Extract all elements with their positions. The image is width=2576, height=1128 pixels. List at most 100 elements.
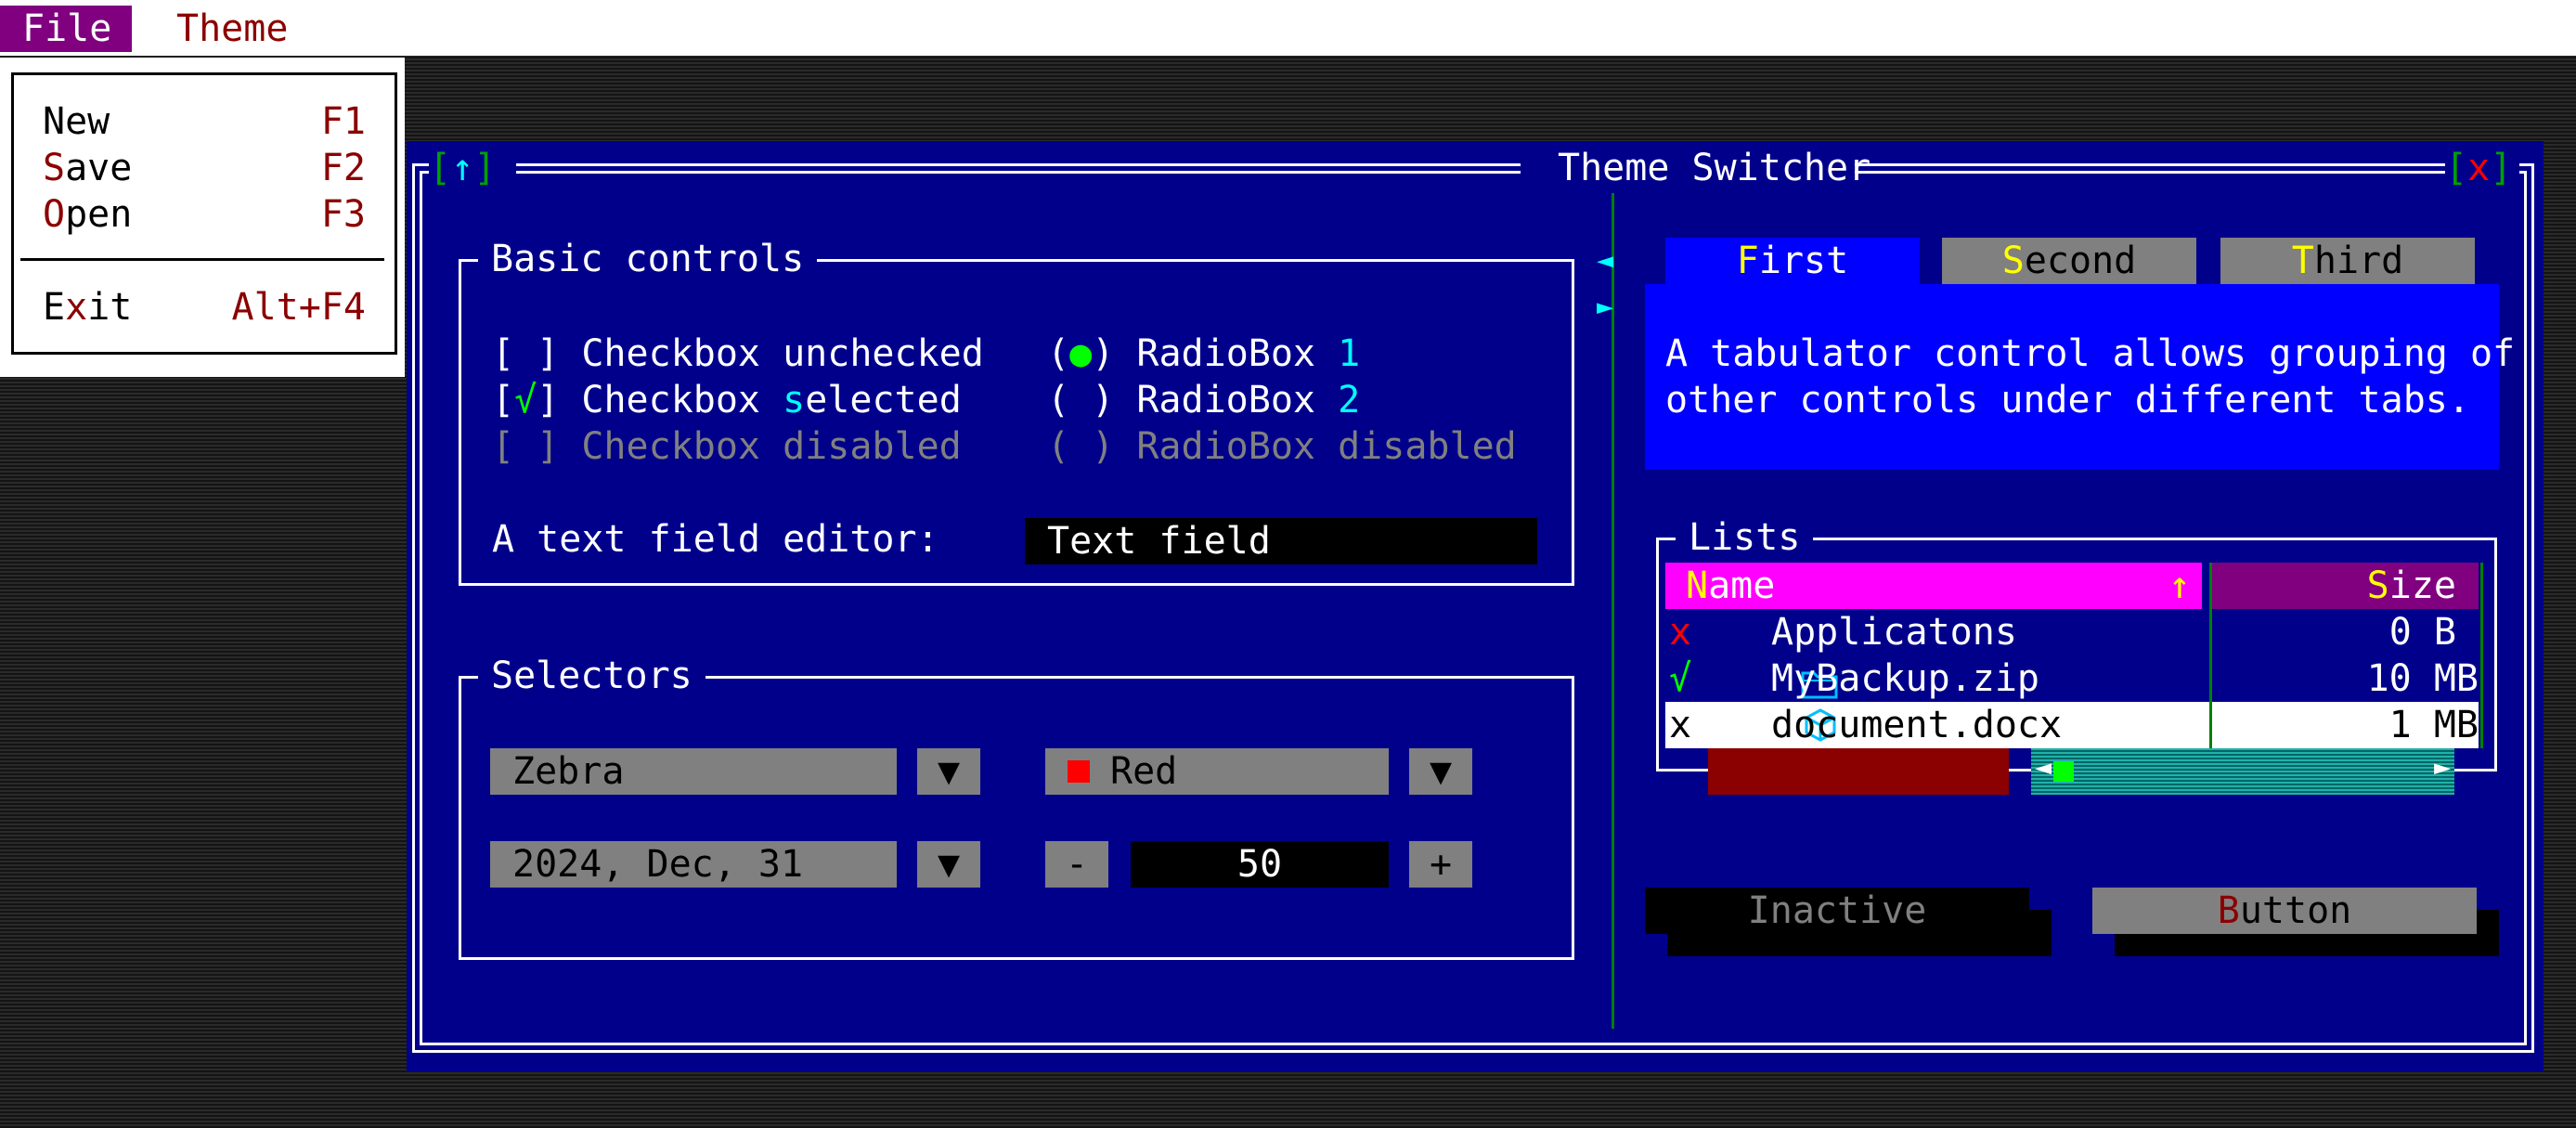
- horizontal-scrollbar[interactable]: ◄ ►: [2031, 748, 2454, 795]
- list-row-status: x: [1669, 704, 1692, 746]
- minus-icon: -: [1065, 843, 1089, 886]
- left-arrow-icon[interactable]: ◄: [1597, 238, 1613, 284]
- checkbox-unchecked-mark: [ ]: [492, 332, 560, 375]
- list-right-border: [2480, 563, 2483, 748]
- radiobox-2[interactable]: ( ) RadioBox 2: [1047, 377, 1360, 423]
- close-icon: x: [2467, 147, 2491, 189]
- radiobox-1-num: 1: [1338, 332, 1361, 375]
- check-icon: √: [514, 379, 537, 421]
- radiobox-2-label: RadioBox: [1136, 379, 1339, 421]
- window-up-button[interactable]: [↑]: [429, 145, 516, 191]
- tab-third-rest: hird: [2313, 240, 2404, 282]
- tab-content-panel: A tabulator control allows grouping of o…: [1645, 284, 2515, 470]
- menu-item-exit-label: Exit: [43, 284, 132, 331]
- scroll-thumb[interactable]: [2053, 761, 2074, 782]
- list-header-name-hot: N: [1686, 564, 1709, 607]
- checkbox-disabled-mark: [ ]: [492, 425, 560, 468]
- text-field-label: A text field editor:: [492, 518, 939, 561]
- date-combobox[interactable]: 2024, Dec, 31: [490, 841, 897, 888]
- list-row[interactable]: x Applicatons 0 B: [1665, 609, 2479, 699]
- list-row-name: document.docx: [1771, 704, 2063, 746]
- date-dropdown-button[interactable]: ▼: [917, 841, 980, 888]
- menu-file[interactable]: File: [0, 6, 132, 52]
- checkbox-unchecked-label: Checkbox unchecked: [581, 332, 984, 375]
- list-row-name: Applicatons: [1771, 611, 2017, 654]
- menu-item-open[interactable]: Open F3: [32, 191, 366, 238]
- stepper-value[interactable]: 50: [1131, 841, 1389, 888]
- list-header-name[interactable]: Name ↑: [1665, 563, 2202, 609]
- tab-third[interactable]: Third: [2220, 238, 2475, 284]
- plus-icon: +: [1429, 843, 1453, 886]
- window-title: Theme Switcher: [1558, 147, 1871, 189]
- color-combobox[interactable]: Red: [1045, 748, 1389, 795]
- color-combobox-value: Red: [1110, 750, 1178, 793]
- menu-item-exit[interactable]: Exit Alt+F4: [32, 284, 366, 331]
- color-dropdown-button[interactable]: ▼: [1409, 748, 1472, 795]
- menu-item-open-label: Open: [43, 191, 132, 238]
- menu-item-exit-shortcut: Alt+F4: [231, 286, 367, 329]
- radiobox-2-mark: ( ): [1047, 379, 1115, 421]
- menu-item-new-rest: ew: [65, 100, 110, 143]
- list-row[interactable]: √ MyBackup.zip 10 MB: [1665, 655, 2479, 742]
- radiobox-disabled: ( ) RadioBox disabled: [1047, 423, 1517, 470]
- color-swatch-icon: [1068, 760, 1090, 783]
- selectors-title: Selectors: [478, 653, 705, 699]
- menu-item-exit-rest: it: [87, 286, 133, 329]
- radiobox-disabled-label: RadioBox disabled: [1136, 425, 1517, 468]
- animal-dropdown-button[interactable]: ▼: [917, 748, 980, 795]
- tab-second-hot: S: [2001, 240, 2025, 282]
- list-header-size[interactable]: Size: [2211, 563, 2479, 609]
- radiobox-1[interactable]: (●) RadioBox 1: [1047, 331, 1360, 377]
- tab-second-rest: econd: [2024, 240, 2137, 282]
- menu-theme[interactable]: Theme: [132, 6, 290, 52]
- stepper-plus-button[interactable]: +: [1409, 841, 1472, 888]
- radiobox-2-num: 2: [1338, 379, 1361, 421]
- menu-item-open-rest: pen: [65, 193, 133, 236]
- scroll-right-icon[interactable]: ►: [2434, 745, 2451, 791]
- tab-first[interactable]: First: [1665, 238, 1920, 284]
- tab-second[interactable]: Second: [1942, 238, 2196, 284]
- menu-item-save[interactable]: Save F2: [32, 145, 366, 191]
- up-arrow-icon: ↑: [451, 147, 474, 189]
- animal-combobox[interactable]: Zebra: [490, 748, 897, 795]
- checkbox-unchecked[interactable]: [ ] Checkbox unchecked: [492, 331, 984, 377]
- list-header-size-rest: ize: [2388, 564, 2456, 607]
- menu-item-new[interactable]: New F1: [32, 98, 366, 145]
- list-row-size: 0 B: [2388, 611, 2456, 654]
- list-row-status: x: [1669, 611, 1692, 654]
- right-arrow-icon[interactable]: ►: [1597, 284, 1613, 331]
- animal-combobox-value: Zebra: [512, 750, 625, 793]
- radio-dot-icon: ●: [1069, 332, 1093, 375]
- tab-first-hot: F: [1736, 240, 1759, 282]
- window-close-button[interactable]: [x]: [2445, 145, 2519, 191]
- stepper-minus-button[interactable]: -: [1045, 841, 1108, 888]
- radiobox-disabled-mark: ( ): [1047, 425, 1115, 468]
- inactive-button: Inactive: [1645, 888, 2029, 934]
- list-column-separator[interactable]: [2209, 563, 2212, 748]
- basic-controls-title: Basic controls: [478, 236, 818, 282]
- list-scroll-region: [1708, 748, 2009, 795]
- text-field-input[interactable]: Text field: [1025, 518, 1537, 564]
- menu-item-open-shortcut: F3: [320, 193, 366, 236]
- list-header-name-label: Name: [1686, 563, 1775, 609]
- list-header-name-rest: ame: [1708, 564, 1776, 607]
- menu-item-save-rest: ave: [65, 147, 133, 189]
- menu-item-new-hot: N: [43, 100, 66, 143]
- checkbox-selected-label-hot: s: [783, 379, 806, 421]
- checkbox-selected-label-pre: Checkbox: [581, 379, 783, 421]
- list-row-size: 10 MB: [2366, 657, 2479, 700]
- menu-item-save-label: Save: [43, 145, 132, 191]
- menu-item-exit-hot: x: [65, 286, 88, 329]
- primary-button[interactable]: Button: [2092, 888, 2477, 934]
- list-row[interactable]: x document.docx 1 MB: [1665, 702, 2479, 789]
- checkbox-selected-label-post: elected: [805, 379, 962, 421]
- selectors-group: Selectors: [459, 653, 1574, 960]
- menu-bar: File Theme: [0, 0, 2576, 56]
- radiobox-1-label: RadioBox: [1136, 332, 1339, 375]
- menu-item-open-hot: O: [43, 193, 66, 236]
- list-row-status: √: [1669, 657, 1692, 700]
- menu-file-label: File: [22, 7, 112, 50]
- menu-item-new-label: New: [43, 98, 110, 145]
- checkbox-selected[interactable]: [√] Checkbox selected: [492, 377, 962, 423]
- scroll-left-icon[interactable]: ◄: [2035, 745, 2052, 791]
